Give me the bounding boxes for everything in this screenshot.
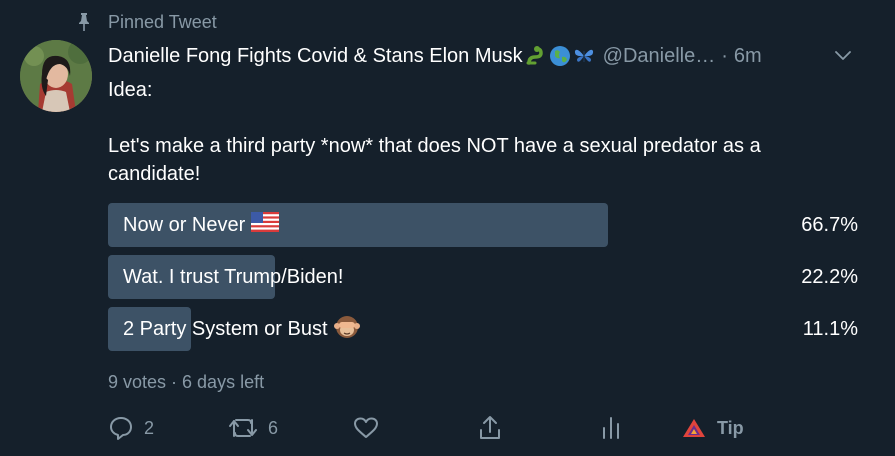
poll-option-text: 2 Party System or Bust	[123, 317, 328, 340]
retweet-count: 6	[268, 417, 279, 438]
poll-option: Now or Never 66.7%	[108, 203, 858, 247]
author-handle[interactable]: @Danielle…	[603, 45, 716, 68]
like-button[interactable]	[353, 412, 379, 444]
chevron-down-icon[interactable]	[831, 44, 855, 68]
heart-icon	[353, 416, 379, 440]
poll: Now or Never 66.7% Wat. I trust Trump/Bi…	[108, 203, 858, 359]
share-button[interactable]	[478, 412, 502, 444]
poll-option-percent: 22.2%	[801, 265, 858, 288]
tweet-text: Idea: Let's make a third party *now* tha…	[108, 79, 761, 185]
snake-emoji-icon	[525, 45, 547, 67]
reply-button[interactable]: 2	[108, 412, 154, 444]
poll-option-percent: 11.1%	[802, 317, 858, 340]
retweet-icon	[228, 416, 258, 440]
retweet-button[interactable]: 6	[228, 412, 278, 444]
tweet-header: Danielle Fong Fights Covid & Stans Elon …	[108, 42, 875, 70]
poll-option-text: Wat. I trust Trump/Biden!	[123, 265, 344, 288]
analytics-icon	[601, 416, 621, 440]
author-name[interactable]: Danielle Fong Fights Covid & Stans Elon …	[108, 45, 523, 68]
reply-icon	[108, 415, 134, 441]
reply-count: 2	[144, 417, 155, 438]
us-flag-emoji-icon	[251, 212, 280, 238]
poll-option-percent: 66.7%	[801, 213, 858, 236]
pinned-label: Pinned Tweet	[108, 11, 217, 32]
avatar[interactable]	[20, 40, 92, 112]
poll-option-label: 2 Party System or Bust	[108, 313, 360, 345]
tweet-time[interactable]: 6m	[734, 45, 762, 68]
analytics-button[interactable]	[601, 412, 621, 444]
poll-option: 2 Party System or Bust 11.1%	[108, 307, 858, 351]
author-name-emojis	[525, 45, 595, 67]
tip-label: Tip	[717, 417, 744, 438]
poll-meta: 9 votes · 6 days left	[108, 372, 265, 392]
poll-option-label: Wat. I trust Trump/Biden!	[108, 266, 343, 289]
separator-dot: ·	[721, 44, 728, 67]
poll-option-text: Now or Never	[123, 213, 246, 236]
tweet-actions: 2 6 Tip	[108, 412, 868, 444]
see-no-evil-monkey-emoji-icon	[333, 313, 360, 345]
brave-tip-icon	[681, 417, 707, 439]
poll-option-label: Now or Never	[108, 212, 280, 238]
butterfly-emoji-icon	[573, 45, 595, 67]
tip-button[interactable]: Tip	[681, 412, 744, 444]
poll-option: Wat. I trust Trump/Biden! 22.2%	[108, 255, 858, 299]
pinned-indicator: Pinned Tweet	[76, 10, 217, 34]
share-icon	[478, 415, 502, 441]
pin-icon	[76, 12, 92, 32]
globe-emoji-icon	[549, 45, 571, 67]
